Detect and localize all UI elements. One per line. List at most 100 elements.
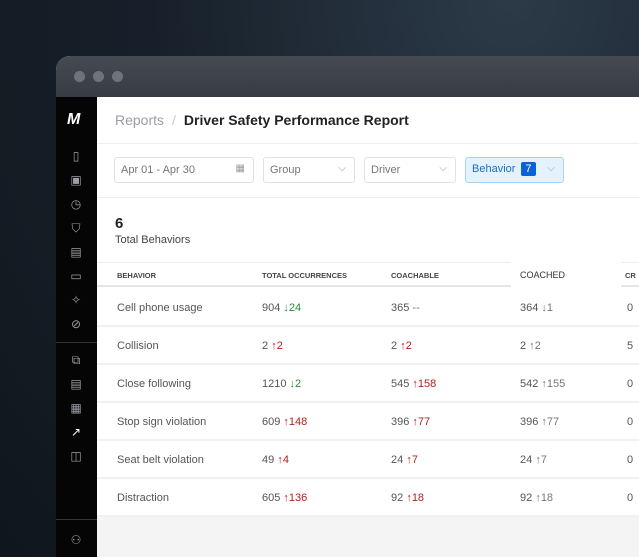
total-cell: 605 ↑136 (262, 492, 307, 504)
header-coachable[interactable]: COACHABLE (391, 271, 439, 280)
coached-value: 2 (520, 340, 527, 352)
bag-icon[interactable]: ◫ (69, 449, 83, 463)
sidebar-divider (56, 342, 97, 343)
table-row[interactable]: Distraction 605 ↑136 92 ↑18 92 ↑18 0 (97, 479, 639, 517)
empty-area (97, 517, 639, 557)
coached-value: 542 (520, 378, 539, 390)
main-content: Reports / Driver Safety Performance Report… (97, 97, 639, 557)
behavior-name: Seat belt violation (117, 454, 204, 466)
coached-cell: 396 ↑77 (520, 416, 559, 428)
total-cell: 1210 ↓2 (262, 378, 301, 390)
header-behavior[interactable]: BEHAVIOR (117, 271, 156, 280)
chevron-down-icon: ⌵ (547, 163, 555, 174)
sidebar-divider (56, 519, 97, 520)
header-cr[interactable]: CR (625, 271, 636, 280)
page-title: Driver Safety Performance Report (183, 112, 409, 128)
group-select[interactable]: Group ⌵ (263, 157, 355, 183)
dashboard-icon[interactable]: ▣ (69, 173, 83, 187)
total-delta: ↑2 (271, 340, 283, 352)
window-maximize-dot[interactable] (112, 71, 123, 82)
coached-cell: 364 ↓1 (520, 302, 553, 314)
coachable-delta: ↑77 (412, 416, 431, 428)
clock-icon[interactable]: ◷ (69, 197, 83, 211)
coached-delta: ↓1 (541, 302, 554, 314)
breadcrumb-reports[interactable]: Reports (115, 112, 164, 128)
shield-icon[interactable]: ⛉ (69, 221, 83, 235)
coached-cell: 542 ↑155 (520, 378, 565, 390)
driver-select[interactable]: Driver ⌵ (364, 157, 456, 183)
app-window: M ▯ ▣ ◷ ⛉ ▤ ▭ ✧ ⊘ ⧉ ▤ ▦ ↗ ◫ ⚇ Reports / Dr… (56, 56, 639, 557)
coachable-cell: 545 ↑158 (391, 378, 436, 390)
chevron-down-icon: ⌵ (439, 163, 447, 174)
header-coached[interactable]: COACHED (511, 261, 621, 288)
coached-delta: ↑2 (529, 340, 541, 352)
table-row[interactable]: Seat belt violation 49 ↑4 24 ↑7 24 ↑7 0 (97, 441, 639, 479)
coached-value: 364 (520, 302, 539, 314)
window-close-dot[interactable] (74, 71, 85, 82)
table-row[interactable]: Close following 1210 ↓2 545 ↑158 542 ↑15… (97, 365, 639, 403)
coachable-delta: ↑7 (406, 454, 418, 466)
coachable-value: 24 (391, 454, 404, 466)
cr-value: 0 (627, 454, 634, 466)
calendar-icon: ▦ (235, 163, 245, 174)
coached-delta: ↑18 (535, 492, 554, 504)
coachable-value: 365 (391, 302, 410, 314)
driver-label: Driver (371, 164, 401, 176)
total-cell: 904 ↓24 (262, 302, 301, 314)
coached-cell: 24 ↑7 (520, 454, 547, 466)
cr-value: 0 (627, 302, 634, 314)
fuel-icon[interactable]: ▤ (69, 245, 83, 259)
window-minimize-dot[interactable] (93, 71, 104, 82)
total-value: 1210 (262, 378, 287, 390)
date-range-value: Apr 01 - Apr 30 (121, 164, 195, 176)
wrench-icon[interactable]: ✧ (69, 293, 83, 307)
group-label: Group (270, 164, 301, 176)
total-behaviors-count: 6 (115, 215, 124, 232)
reports-icon[interactable]: ↗ (69, 425, 83, 439)
behavior-count-badge: 7 (521, 162, 536, 176)
coachable-cell: 92 ↑18 (391, 492, 424, 504)
coachable-value: 545 (391, 378, 410, 390)
coachable-delta: ↑2 (400, 340, 412, 352)
title-bar (56, 56, 639, 97)
chevron-down-icon: ⌵ (338, 163, 346, 174)
user-settings-icon[interactable]: ⚇ (69, 533, 83, 547)
card-icon[interactable]: ▭ (69, 269, 83, 283)
divider (97, 143, 639, 144)
coached-cell: 92 ↑18 (520, 492, 553, 504)
total-value: 2 (262, 340, 269, 352)
total-cell: 49 ↑4 (262, 454, 289, 466)
location-icon[interactable]: ⊘ (69, 317, 83, 331)
coached-value: 396 (520, 416, 539, 428)
table-row[interactable]: Stop sign violation 609 ↑148 396 ↑77 396… (97, 403, 639, 441)
cr-value: 0 (627, 416, 634, 428)
header-total-occurrences[interactable]: TOTAL OCCURRENCES (262, 271, 347, 280)
table-row[interactable]: Cell phone usage 904 ↓24 365 -- 364 ↓1 0 (97, 289, 639, 327)
assets-icon[interactable]: ▦ (69, 401, 83, 415)
total-delta: ↓24 (283, 302, 302, 314)
table-row[interactable]: Collision 2 ↑2 2 ↑2 2 ↑2 5 (97, 327, 639, 365)
map-icon[interactable]: ▯ (69, 149, 83, 163)
sidebar: M ▯ ▣ ◷ ⛉ ▤ ▭ ✧ ⊘ ⧉ ▤ ▦ ↗ ◫ ⚇ (56, 97, 97, 557)
total-delta: ↑136 (283, 492, 308, 504)
coachable-cell: 2 ↑2 (391, 340, 412, 352)
behavior-name: Stop sign violation (117, 416, 207, 428)
coached-delta: ↑7 (535, 454, 547, 466)
cr-value: 0 (627, 378, 634, 390)
total-delta: ↑148 (283, 416, 308, 428)
date-range-picker[interactable]: Apr 01 - Apr 30 ▦ (114, 157, 254, 183)
behavior-select[interactable]: Behavior 7 ⌵ (465, 157, 564, 183)
total-value: 605 (262, 492, 281, 504)
divider (97, 197, 639, 198)
table-header: BEHAVIOR TOTAL OCCURRENCES COACHABLE COA… (97, 261, 639, 288)
breadcrumb: Reports / Driver Safety Performance Report (115, 112, 409, 128)
coachable-delta: ↑18 (406, 492, 425, 504)
total-cell: 609 ↑148 (262, 416, 307, 428)
document-icon[interactable]: ▤ (69, 377, 83, 391)
messages-icon[interactable]: ⧉ (69, 353, 83, 367)
logo[interactable]: M (67, 111, 80, 129)
coachable-value: 92 (391, 492, 404, 504)
cr-value: 0 (627, 492, 634, 504)
coached-delta: ↑77 (541, 416, 560, 428)
breadcrumb-separator: / (172, 112, 176, 128)
